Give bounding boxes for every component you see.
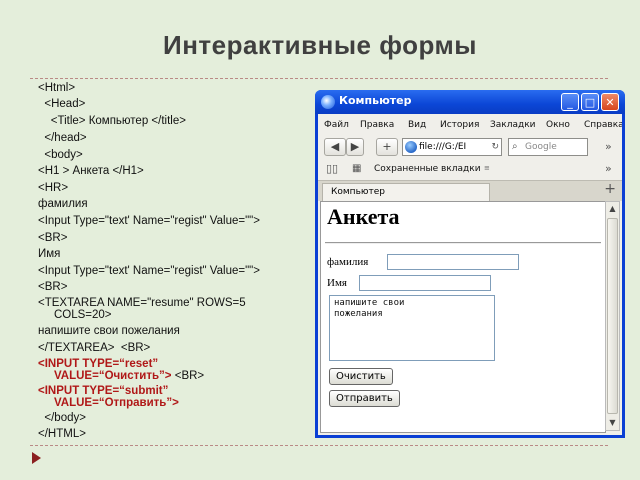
menu-edit[interactable]: Правка <box>360 120 394 130</box>
name-input[interactable] <box>359 275 491 291</box>
scroll-thumb[interactable] <box>607 218 618 414</box>
plus-icon[interactable]: + <box>376 138 398 156</box>
bookmarks-bar: ▯▯ ▦ Сохраненные вкладки ≡ » <box>318 160 622 180</box>
code-line: <body> <box>38 149 83 161</box>
menu-file[interactable]: Файл <box>324 120 349 130</box>
menu-view[interactable]: Вид <box>408 120 426 130</box>
back-arrow-icon[interactable]: ◀ <box>324 138 346 156</box>
code-line: Имя <box>38 248 61 260</box>
surname-input[interactable] <box>387 254 519 270</box>
slide-title: Интерактивные формы <box>163 30 477 60</box>
code-line: </body> <box>38 412 86 424</box>
url-text: file:///G:/EI <box>419 142 467 152</box>
chevron-right-icon[interactable]: » <box>605 140 612 153</box>
vertical-scrollbar[interactable]: ▲ ▼ <box>605 201 620 431</box>
nav-toolbar: ◀ ▶ + file:///G:/EI ↻ ⌕ Google » <box>318 136 622 160</box>
scroll-up-icon[interactable]: ▲ <box>606 202 619 216</box>
search-input[interactable]: ⌕ Google <box>508 138 588 156</box>
firefox-icon <box>321 95 335 109</box>
code-line: <HR> <box>38 182 69 194</box>
menu-bookmarks[interactable]: Закладки <box>490 120 536 130</box>
window-titlebar[interactable]: Компьютер _ □ ✕ <box>315 90 625 114</box>
dropdown-icon[interactable]: ≡ <box>484 164 490 172</box>
code-reset-value: VALUE=“Очистить”> <box>38 370 172 382</box>
menu-bar: Файл Правка Вид История Закладки Окно Сп… <box>318 118 622 134</box>
search-placeholder: Google <box>525 142 557 152</box>
chevron-right-icon[interactable]: » <box>605 162 612 175</box>
code-line: фамилия <box>38 198 88 210</box>
menu-history[interactable]: История <box>440 120 479 130</box>
code-line: <H1 > Анкета </H1> <box>38 165 144 177</box>
page-viewport: Анкета фамилия Имя напишите свои пожелан… <box>320 201 606 433</box>
code-line: <Html> <box>38 82 76 94</box>
code-line: <Input Type="text' Name="regist" Value="… <box>38 265 260 277</box>
search-icon: ⌕ <box>512 141 518 152</box>
code-br: <BR> <box>171 370 205 382</box>
code-line: <Input Type="text' Name="regist" Value="… <box>38 215 260 227</box>
grid-icon[interactable]: ▦ <box>352 163 361 174</box>
code-line: <Head> <box>38 98 86 110</box>
bottom-divider <box>30 445 608 446</box>
horizontal-rule <box>325 242 601 244</box>
scroll-down-icon[interactable]: ▼ <box>606 416 619 430</box>
browser-client: Файл Правка Вид История Закладки Окно Сп… <box>318 114 622 435</box>
window-title: Компьютер <box>339 94 412 107</box>
code-line: напишите свои пожелания <box>38 325 180 337</box>
submit-button[interactable]: Отправить <box>329 390 400 407</box>
code-line: <BR> <box>38 232 68 244</box>
browser-window: Компьютер _ □ ✕ Файл Правка Вид История … <box>315 90 625 438</box>
url-bar[interactable]: file:///G:/EI ↻ <box>402 138 502 156</box>
new-tab-icon[interactable]: + <box>604 181 616 197</box>
top-divider <box>30 78 608 79</box>
menu-help[interactable]: Справка <box>584 120 622 130</box>
close-icon[interactable]: ✕ <box>601 93 619 111</box>
tab-computer[interactable]: Компьютер <box>322 183 490 201</box>
code-line: </head> <box>38 132 87 144</box>
code-line: </HTML> <box>38 428 86 440</box>
code-reset-line: VALUE=“Очистить”> <BR> <box>38 370 204 383</box>
resume-textarea[interactable]: напишите свои пожелания <box>329 295 495 361</box>
maximize-icon[interactable]: □ <box>581 93 599 111</box>
surname-label: фамилия <box>327 256 369 268</box>
bookmarks-label[interactable]: Сохраненные вкладки <box>374 164 481 174</box>
code-line: <BR> <box>38 281 68 293</box>
name-label: Имя <box>327 277 347 289</box>
tab-strip: Компьютер + <box>318 180 622 201</box>
globe-icon <box>405 141 417 153</box>
code-line: COLS=20> <box>38 309 112 321</box>
menu-window[interactable]: Окно <box>546 120 570 130</box>
code-line: </TEXTAREA> <BR> <box>38 342 151 354</box>
book-icon[interactable]: ▯▯ <box>326 162 338 175</box>
reset-button[interactable]: Очистить <box>329 368 393 385</box>
code-submit-line: VALUE=“Отправить”> <box>38 397 179 409</box>
next-slide-icon[interactable] <box>32 452 41 464</box>
code-line: <Title> Компьютер </title> <box>38 115 186 127</box>
reload-icon[interactable]: ↻ <box>491 139 499 155</box>
page-heading: Анкета <box>327 204 400 229</box>
forward-arrow-icon[interactable]: ▶ <box>346 138 364 156</box>
minimize-icon[interactable]: _ <box>561 93 579 111</box>
